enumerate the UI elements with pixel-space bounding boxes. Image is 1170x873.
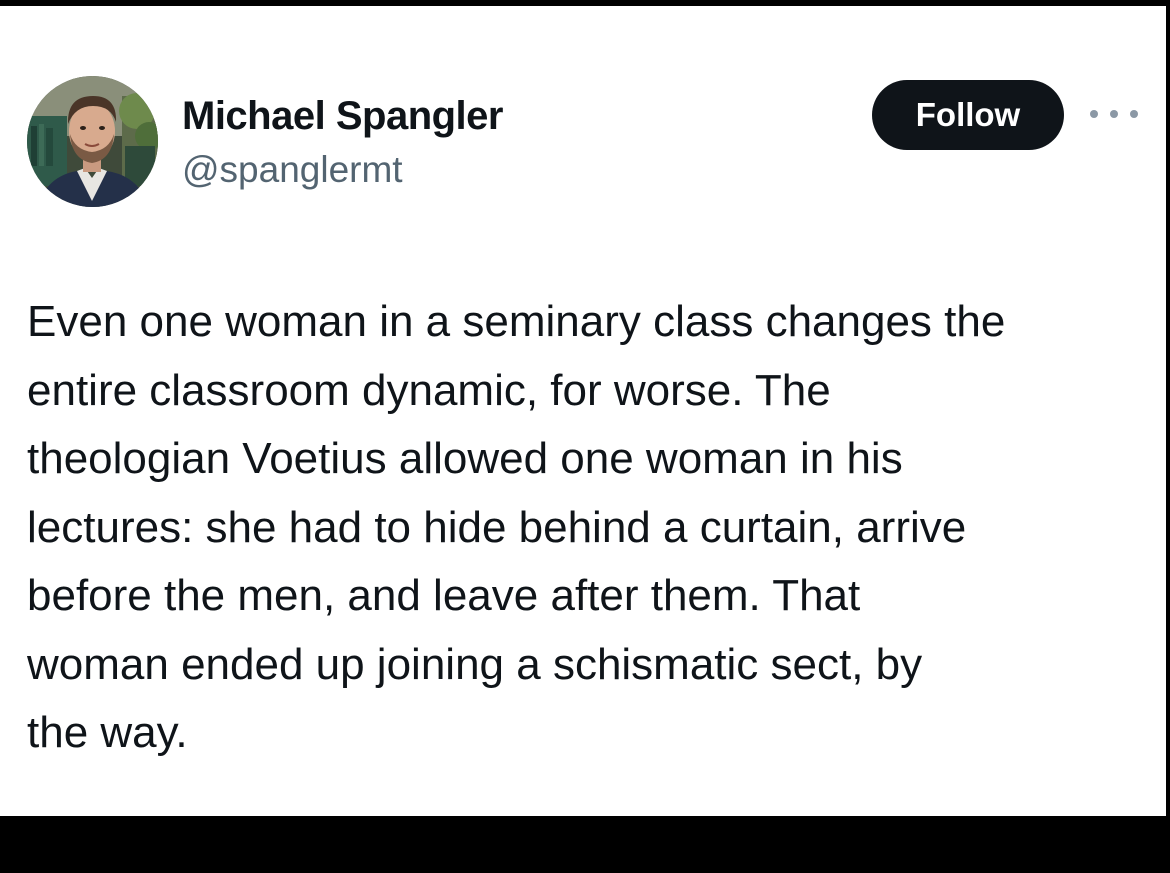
screenshot-frame: Michael Spangler @spanglermt Follow Even… [0, 0, 1170, 873]
tweet-card: Michael Spangler @spanglermt Follow Even… [0, 6, 1166, 816]
more-dot [1130, 110, 1138, 118]
tweet-text-line: woman ended up joining a schismatic sect… [27, 639, 923, 689]
tweet-text-line: the way. [27, 708, 188, 757]
avatar-photo [27, 76, 158, 207]
tweet-text-line: theologian Voetius allowed one woman in … [27, 434, 903, 483]
follow-button[interactable]: Follow [872, 80, 1064, 150]
author-handle[interactable]: @spanglermt [182, 149, 403, 191]
more-horizontal-icon[interactable] [1090, 102, 1138, 126]
avatar[interactable] [27, 76, 158, 207]
tweet-text-line: before the men, and leave after them. Th… [27, 571, 861, 620]
tweet-text: Even one woman in a seminary class chang… [27, 288, 1147, 768]
tweet-text-line: entire classroom dynamic, for worse. The [27, 365, 831, 415]
author-name[interactable]: Michael Spangler [182, 94, 503, 139]
more-dot [1110, 110, 1118, 118]
tweet-text-line: lectures: she had to hide behind a curta… [27, 502, 967, 552]
tweet-text-line: Even one woman in a seminary class chang… [27, 297, 1006, 346]
more-dot [1090, 110, 1098, 118]
